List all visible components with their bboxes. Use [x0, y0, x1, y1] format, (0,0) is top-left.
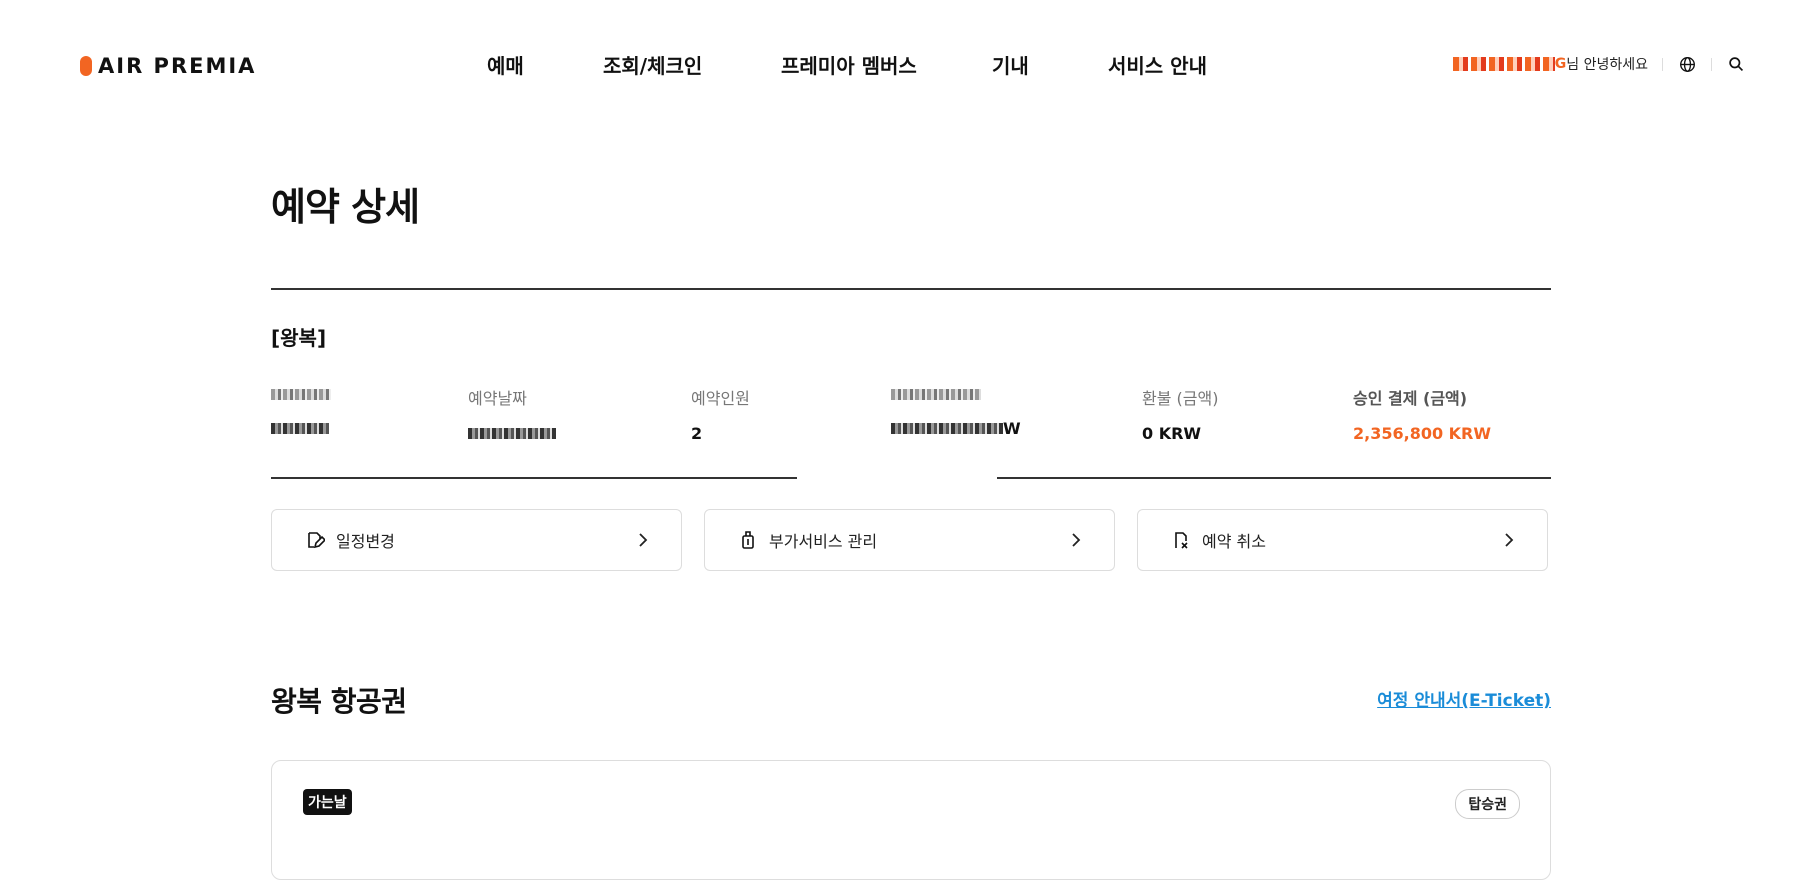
chevron-right-icon	[1072, 533, 1081, 547]
passenger-count-value: 2	[691, 424, 703, 443]
refund-value: 0 KRW	[1142, 424, 1202, 443]
chevron-right-icon	[639, 533, 648, 547]
redacted-label	[891, 389, 981, 400]
approved-payment-value: 2,356,800 KRW	[1353, 424, 1492, 443]
boarding-pass-button[interactable]: 탑승권	[1455, 789, 1520, 819]
cancel-document-icon	[1170, 529, 1192, 551]
refund-label: 환불 (금액)	[1142, 389, 1219, 408]
trip-type-label: [왕복]	[271, 326, 327, 350]
site-header: AIR PREMIA 예매 조회/체크인 프레미아 멤버스 기내 서비스 안내 …	[0, 0, 1794, 134]
luggage-icon	[737, 529, 759, 551]
manage-extra-services-label: 부가서비스 관리	[769, 532, 878, 551]
user-name-suffix: G	[1554, 56, 1567, 72]
logo-text: AIR PREMIA	[98, 54, 257, 78]
chevron-right-icon	[1505, 533, 1514, 547]
nav-item-booking[interactable]: 예매	[487, 50, 524, 79]
section-divider	[997, 477, 1551, 479]
section-divider	[271, 288, 1551, 290]
info-refund: 환불 (금액) 0 KRW	[1142, 385, 1218, 443]
nav-item-lookup-checkin[interactable]: 조회/체크인	[603, 50, 702, 79]
edit-icon	[304, 529, 326, 551]
divider	[1662, 57, 1663, 71]
user-area: G 님 안녕하세요	[1452, 54, 1746, 74]
greeting-text: 님 안녕하세요	[1566, 57, 1648, 73]
total-fare-suffix: W	[1003, 419, 1021, 438]
search-icon[interactable]	[1726, 54, 1746, 74]
language-globe-icon[interactable]	[1677, 54, 1697, 74]
user-greeting[interactable]: G 님 안녕하세요	[1452, 54, 1648, 74]
round-trip-tickets-title: 왕복 항공권	[271, 685, 407, 718]
redacted-user-name	[1452, 57, 1555, 71]
divider	[1711, 57, 1712, 71]
cancel-booking-label: 예약 취소	[1202, 532, 1266, 551]
nav-item-premia-members[interactable]: 프레미아 멤버스	[781, 50, 917, 79]
booking-date-label: 예약날짜	[468, 389, 527, 408]
ticket-card-outbound: 가는날 탑승권	[271, 760, 1551, 880]
manage-extra-services-button[interactable]: 부가서비스 관리	[704, 509, 1115, 571]
redacted-label	[271, 389, 331, 400]
air-premia-logo[interactable]: AIR PREMIA	[80, 54, 256, 78]
redacted-total-fare	[891, 423, 1003, 434]
change-itinerary-button[interactable]: 일정변경	[271, 509, 682, 571]
info-approved-payment: 승인 결제 (금액) 2,356,800 KRW	[1353, 385, 1491, 443]
nav-item-service-info[interactable]: 서비스 안내	[1108, 50, 1207, 79]
change-itinerary-label: 일정변경	[336, 532, 395, 551]
section-divider	[271, 477, 797, 479]
logo-mark	[80, 56, 92, 76]
passenger-count-label: 예약인원	[691, 389, 750, 408]
info-booking-code	[271, 385, 331, 438]
approved-payment-label: 승인 결제 (금액)	[1353, 389, 1468, 408]
cancel-booking-button[interactable]: 예약 취소	[1137, 509, 1548, 571]
page-title: 예약 상세	[271, 185, 420, 229]
nav-item-inflight[interactable]: 기내	[992, 50, 1029, 79]
outbound-badge: 가는날	[303, 789, 352, 815]
eticket-link[interactable]: 여정 안내서(E-Ticket)	[1377, 686, 1551, 711]
info-passenger-count: 예약인원 2	[691, 385, 750, 443]
redacted-booking-code	[271, 423, 329, 434]
info-total-fare: W	[891, 385, 1021, 438]
info-booking-date: 예약날짜	[468, 385, 556, 443]
redacted-booking-date	[468, 428, 556, 439]
